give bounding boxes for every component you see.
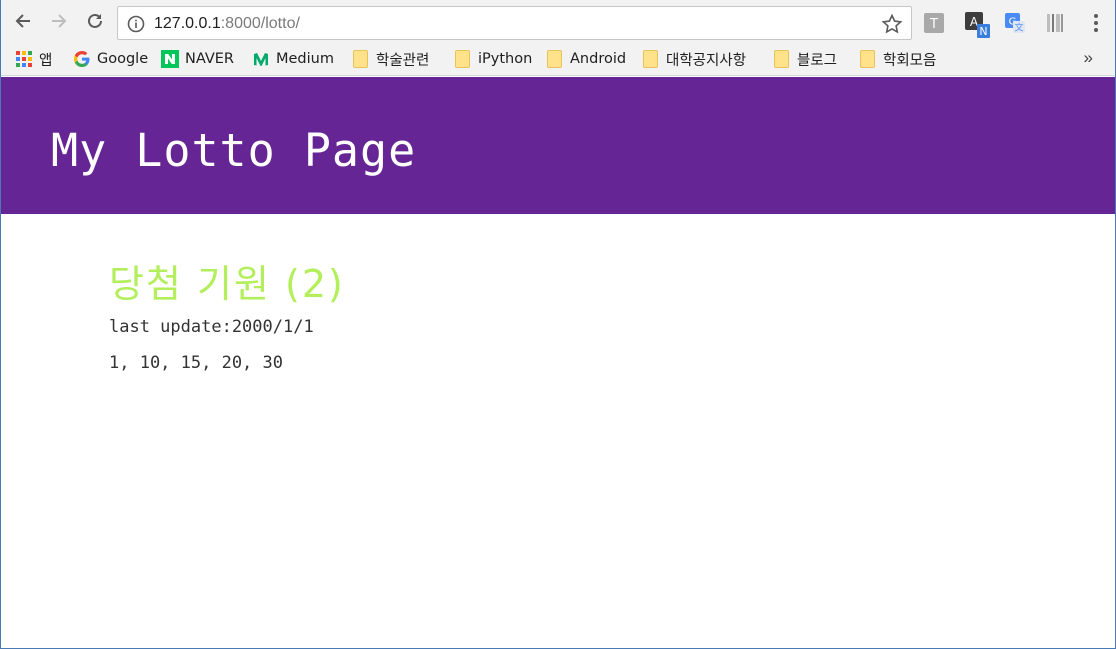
barcode-extension-icon[interactable] [1044,12,1066,34]
bookmark-label: iPython [478,51,533,67]
reload-icon[interactable] [83,9,107,33]
bookmark-folder[interactable]: 학회모음 [860,48,936,70]
bookmark-folder[interactable]: 블로그 [774,48,837,70]
page-title: My Lotto Page [51,124,417,177]
bookmark-folder[interactable]: 대학공지사항 [643,48,746,70]
bookmark-label: Android [570,51,627,67]
bookmark-label: Medium [276,51,334,67]
browser-toolbar: 127.0.0.1:8000/lotto/ T A N G 文 [1,0,1115,42]
browser-window: 127.0.0.1:8000/lotto/ T A N G 文 앱 Google… [0,0,1116,649]
last-update-text: last update:2000/1/1 [109,317,314,337]
bookmark-label: 학술관련 [376,52,430,69]
svg-text:N: N [979,25,987,38]
url-text[interactable]: 127.0.0.1:8000/lotto/ [154,15,300,33]
bookmark-apps[interactable]: 앱 [15,48,52,70]
main-content: 당첨 기원 (2) last update:2000/1/1 1, 10, 15… [109,262,345,373]
bookmark-folder[interactable]: iPython [455,48,532,70]
bookmark-label: 학회모음 [883,52,937,69]
lotto-heading: 당첨 기원 (2) [109,262,345,306]
bookmark-label: 대학공지사항 [666,52,747,69]
bookmark-naver[interactable]: NAVER [161,48,234,70]
bookmark-label: 블로그 [797,52,838,69]
folder-icon [774,50,789,68]
address-bar[interactable]: 127.0.0.1:8000/lotto/ [117,6,912,40]
bookmark-folder[interactable]: Android [547,48,626,70]
google-icon [74,51,90,67]
folder-icon [353,50,368,68]
folder-icon [455,50,470,68]
medium-icon [254,53,268,66]
bookmark-label: 앱 [39,52,53,69]
info-icon[interactable] [127,15,145,33]
translate-n-extension-icon[interactable]: A N [964,10,992,40]
bookmark-label: NAVER [185,51,234,67]
text-extension-icon[interactable]: T [923,12,945,34]
folder-icon [547,50,562,68]
bookmark-medium[interactable]: Medium [252,48,334,70]
bookmarks-overflow-button[interactable]: » [1084,48,1093,68]
kebab-menu-icon[interactable] [1085,12,1107,34]
bookmark-folder[interactable]: 학술관련 [353,48,429,70]
folder-icon [643,50,658,68]
svg-text:文: 文 [1014,22,1023,34]
naver-icon [161,50,179,68]
back-arrow-icon[interactable] [11,9,35,33]
page-header: My Lotto Page [1,77,1115,214]
apps-grid-icon [16,51,32,67]
star-icon[interactable] [881,13,903,35]
url-host: 127.0.0.1 [154,15,221,32]
lotto-numbers: 1, 10, 15, 20, 30 [109,353,283,373]
forward-arrow-icon[interactable] [47,9,71,33]
url-path: :8000/lotto/ [220,15,300,32]
bookmark-google[interactable]: Google [73,48,148,70]
svg-text:T: T [929,17,938,32]
bookmarks-bar: 앱 Google NAVER Medium 학술관련 iPython Andro… [1,42,1115,76]
folder-icon [860,50,875,68]
bookmark-label: Google [97,51,149,67]
google-translate-icon[interactable]: G 文 [1004,12,1026,34]
